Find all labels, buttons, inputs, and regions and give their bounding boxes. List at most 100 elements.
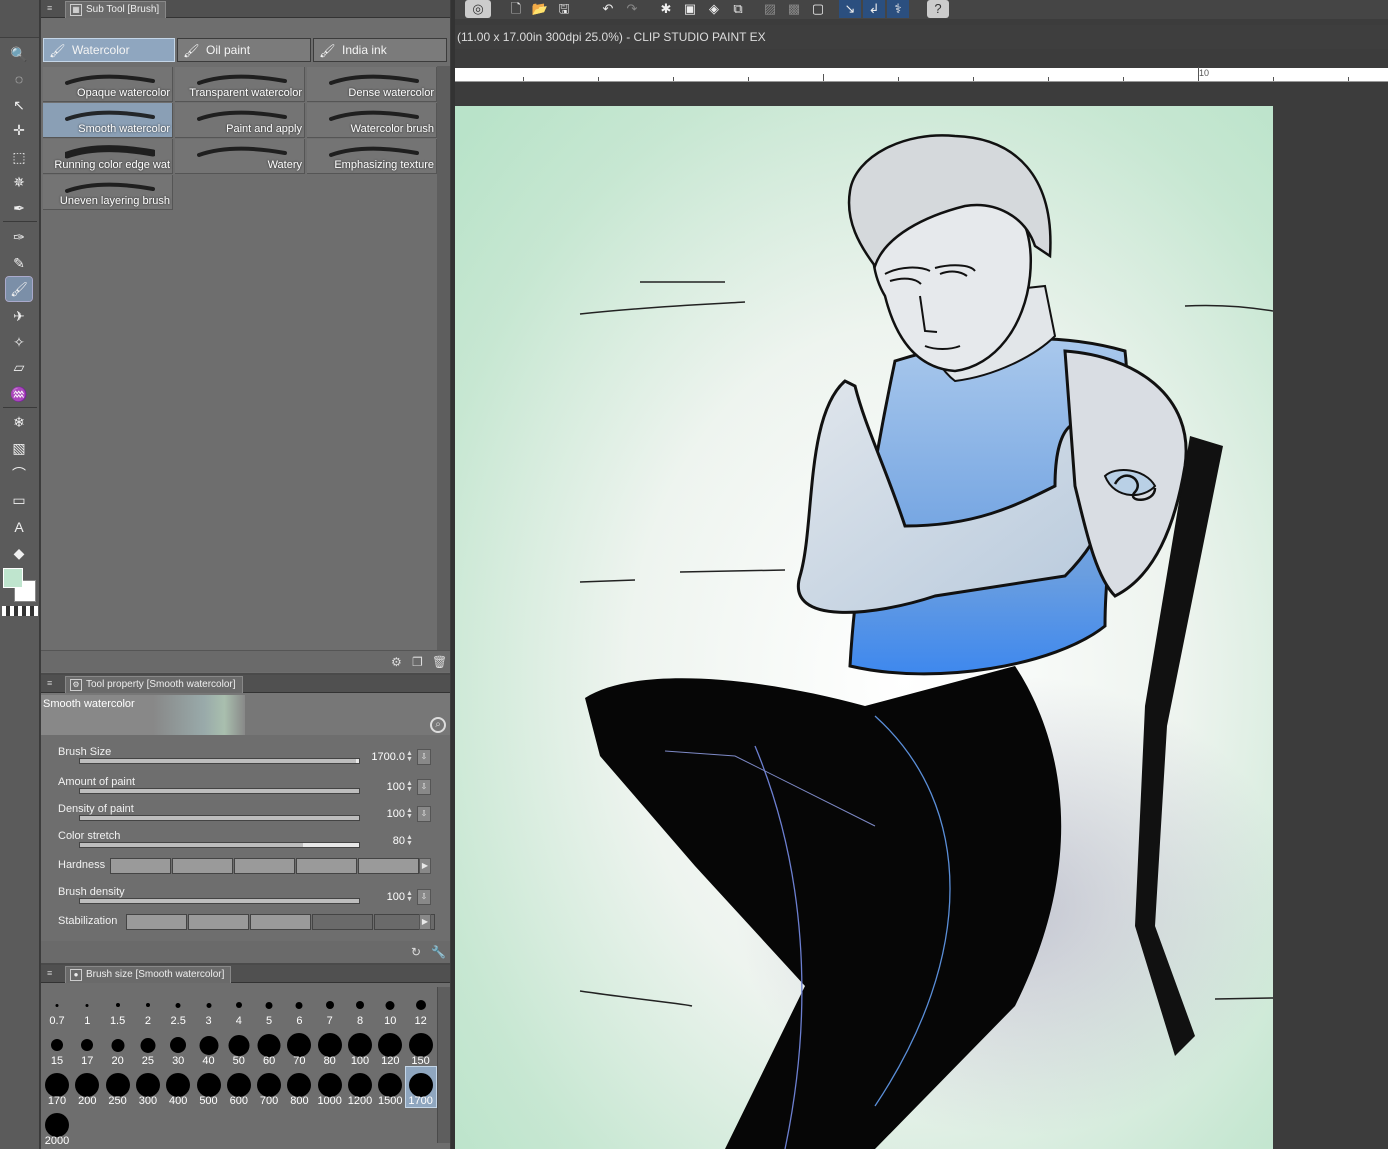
property-slider[interactable] <box>79 758 360 764</box>
snap-ruler-icon[interactable]: ↘ <box>839 0 861 18</box>
brush-size-item[interactable]: 3 <box>194 987 224 1027</box>
level-segment[interactable] <box>188 914 249 930</box>
pressure-toggle-icon[interactable]: ⇩ <box>417 779 431 795</box>
brush-size-item[interactable]: 100 <box>345 1027 375 1067</box>
brush-size-item[interactable]: 20 <box>103 1027 133 1067</box>
subtool-scrollbar[interactable] <box>437 66 450 651</box>
zoom-icon[interactable]: 🔍 <box>6 42 32 66</box>
brush-size-item[interactable]: 1500 <box>375 1067 405 1107</box>
property-slider[interactable] <box>79 898 360 904</box>
eraser-icon[interactable]: ▱ <box>6 355 32 379</box>
snap-grid-icon[interactable]: ⚕ <box>887 0 909 18</box>
level-segment[interactable] <box>126 914 187 930</box>
brushsize-scrollbar[interactable] <box>437 987 450 1143</box>
level-segment[interactable] <box>172 858 233 874</box>
brush-size-item[interactable]: 5 <box>254 987 284 1027</box>
expand-arrow-icon[interactable]: ▶ <box>419 858 431 874</box>
brush-size-item[interactable]: 150 <box>406 1027 436 1067</box>
delete-subtool-icon[interactable]: 🗑 <box>432 655 447 669</box>
panel-menu-icon[interactable]: ≡ <box>47 3 57 13</box>
brush-size-item[interactable]: 7 <box>315 987 345 1027</box>
subtool-settings-icon[interactable]: ⚙ <box>391 655 405 669</box>
brush-size-item[interactable]: 12 <box>406 987 436 1027</box>
brush-item[interactable]: Watercolor brush <box>307 103 437 138</box>
brush-item[interactable]: Transparent watercolor <box>175 67 305 102</box>
level-selector[interactable] <box>126 914 436 930</box>
panel-menu-icon[interactable]: ≡ <box>47 678 57 688</box>
move-icon[interactable]: ✛ <box>6 118 32 142</box>
brush-size-item[interactable]: 800 <box>284 1067 314 1107</box>
brush-size-item[interactable]: 25 <box>133 1027 163 1067</box>
subtool-tab[interactable]: ▦ Sub Tool [Brush] <box>65 1 167 18</box>
brush-size-item[interactable]: 2 <box>133 987 163 1027</box>
brush-size-item[interactable]: 70 <box>284 1027 314 1067</box>
fill-selection-icon[interactable]: ◈ <box>703 0 725 18</box>
decoration-icon[interactable]: ✧ <box>6 330 32 354</box>
pressure-toggle-icon[interactable]: ⇩ <box>417 806 431 822</box>
property-slider[interactable] <box>79 842 360 848</box>
brush-size-item[interactable]: 1000 <box>315 1067 345 1107</box>
brush-item[interactable]: Paint and apply <box>175 103 305 138</box>
brush-size-item[interactable]: 1700 <box>404 1066 437 1108</box>
panel-menu-icon[interactable]: ≡ <box>47 968 57 978</box>
brush-size-item[interactable]: 2000 <box>42 1107 72 1147</box>
brush-size-item[interactable]: 10 <box>375 987 405 1027</box>
copy-subtool-icon[interactable]: ❐ <box>412 655 426 669</box>
property-slider[interactable] <box>79 788 360 794</box>
brush-size-item[interactable]: 60 <box>254 1027 284 1067</box>
show-selection-icon[interactable]: ▢ <box>807 0 829 18</box>
brush-size-item[interactable]: 50 <box>224 1027 254 1067</box>
eyedropper-icon[interactable]: ✒ <box>6 196 32 220</box>
brush-size-item[interactable]: 1 <box>72 987 102 1027</box>
undo-icon[interactable]: ↶ <box>597 0 619 18</box>
level-segment[interactable] <box>312 914 373 930</box>
airbrush-icon[interactable]: ✈ <box>6 304 32 328</box>
brush-size-item[interactable]: 250 <box>103 1067 133 1107</box>
brush-size-item[interactable]: 600 <box>224 1067 254 1107</box>
brush-size-item[interactable]: 0.7 <box>42 987 72 1027</box>
brush-size-item[interactable]: 1200 <box>345 1067 375 1107</box>
brush-size-item[interactable]: 200 <box>72 1067 102 1107</box>
brush-size-item[interactable]: 120 <box>375 1027 405 1067</box>
group-tab-watercolor[interactable]: 🖌 Watercolor <box>43 38 175 62</box>
level-segment[interactable] <box>250 914 311 930</box>
brush-size-item[interactable]: 80 <box>315 1027 345 1067</box>
brush-size-item[interactable]: 17 <box>72 1027 102 1067</box>
transparent-color-swatch[interactable] <box>2 606 38 616</box>
brush-size-item[interactable]: 4 <box>224 987 254 1027</box>
lasso-icon[interactable]: ◌ <box>6 67 32 91</box>
brush-size-item[interactable]: 700 <box>254 1067 284 1107</box>
horizontal-ruler[interactable]: 10 <box>455 67 1388 82</box>
frame-icon[interactable]: ▭ <box>6 488 32 512</box>
brush-item[interactable]: Opaque watercolor <box>43 67 173 102</box>
pressure-toggle-icon[interactable]: ⇩ <box>417 749 431 765</box>
brushsize-tab[interactable]: ● Brush size [Smooth watercolor] <box>65 966 232 983</box>
level-segment[interactable] <box>234 858 295 874</box>
main-color-swatch[interactable] <box>3 568 23 588</box>
level-selector[interactable] <box>110 858 420 874</box>
save-icon[interactable]: 🖫 <box>553 0 575 18</box>
brush-size-item[interactable]: 400 <box>163 1067 193 1107</box>
pencil-icon[interactable]: ✎ <box>6 251 32 275</box>
snap-ruler-special-icon[interactable]: ↲ <box>863 0 885 18</box>
brush-size-item[interactable]: 8 <box>345 987 375 1027</box>
brush-size-item[interactable]: 300 <box>133 1067 163 1107</box>
clear-outside-icon[interactable]: ▣ <box>679 0 701 18</box>
spin-arrows-icon[interactable]: ▲ ▼ <box>406 750 415 763</box>
deselect-icon[interactable]: ▨ <box>759 0 781 18</box>
spin-arrows-icon[interactable]: ▲ ▼ <box>406 834 415 847</box>
expand-arrow-icon[interactable]: ▶ <box>419 914 431 930</box>
brush-size-item[interactable]: 500 <box>194 1067 224 1107</box>
level-segment[interactable] <box>296 858 357 874</box>
brush-size-item[interactable]: 2.5 <box>163 987 193 1027</box>
pen-icon[interactable]: ✑ <box>6 225 32 249</box>
selection-icon[interactable]: ⬚ <box>6 145 32 169</box>
clear-icon[interactable]: ✱ <box>655 0 677 18</box>
wrench-icon[interactable]: 🔧 <box>431 945 446 959</box>
open-file-icon[interactable]: 📂 <box>529 0 551 18</box>
level-segment[interactable] <box>110 858 171 874</box>
balloon-icon[interactable]: ◆ <box>6 541 32 565</box>
brush-size-item[interactable]: 6 <box>284 987 314 1027</box>
level-segment[interactable] <box>358 858 419 874</box>
clip-studio-icon[interactable]: ◎ <box>465 0 491 18</box>
